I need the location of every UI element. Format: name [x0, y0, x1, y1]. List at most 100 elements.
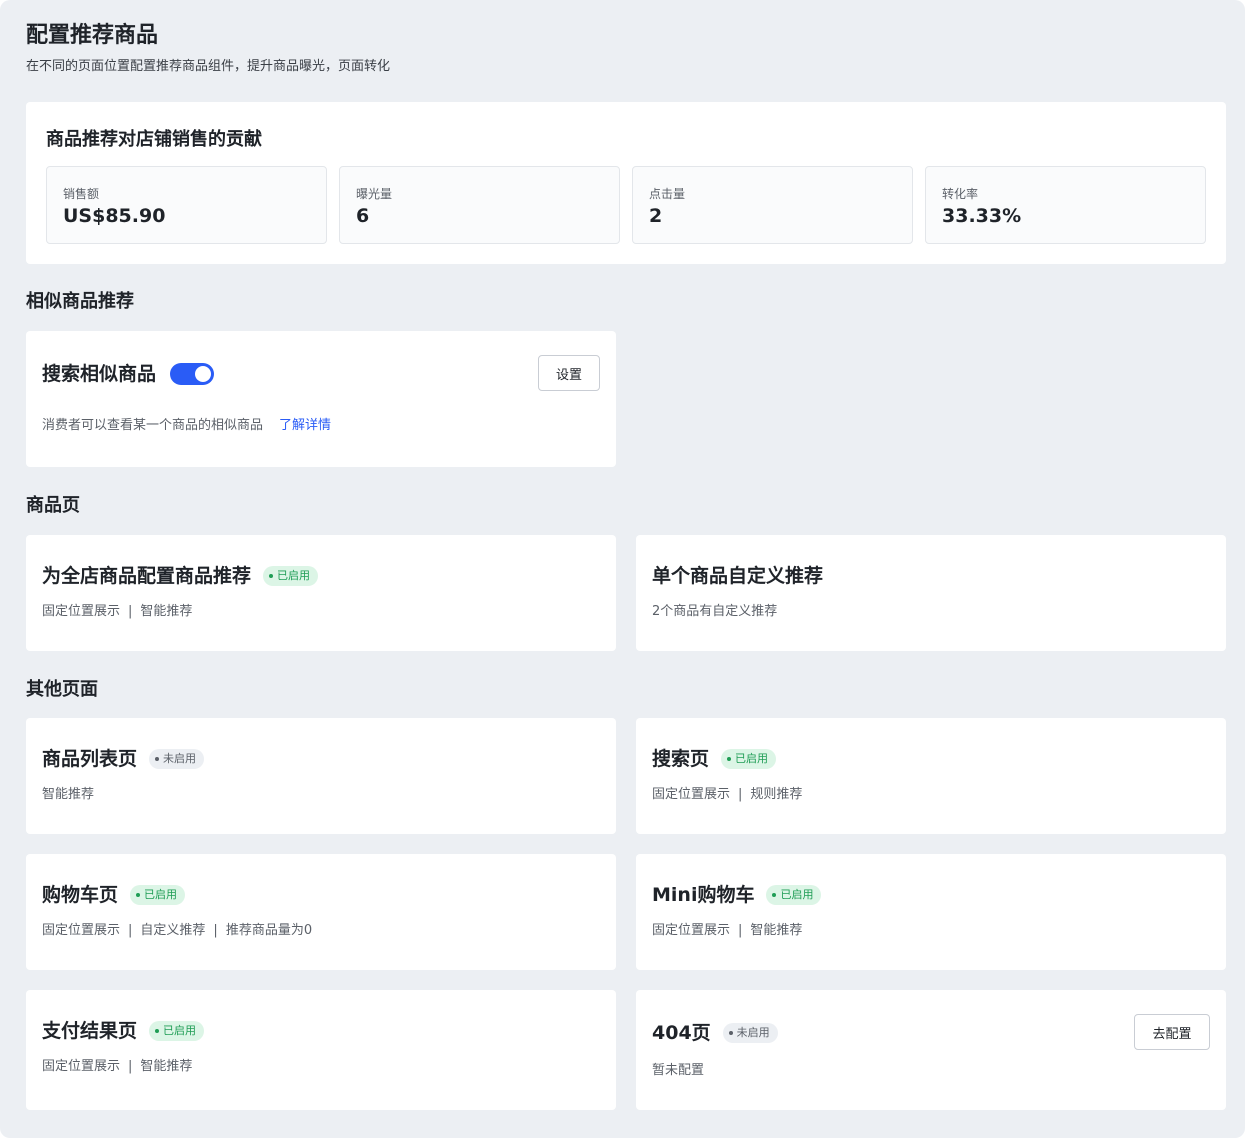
desc-item: 智能推荐 — [750, 923, 803, 938]
card-desc: 暂未配置 — [652, 1062, 1210, 1080]
status-dot — [727, 757, 732, 761]
desc-item: 固定位置展示 — [652, 923, 731, 938]
title-row: 单个商品自定义推荐 — [652, 563, 1210, 589]
cart-page-card[interactable]: 购物车页 已启用 固定位置展示 | 自定义推荐 | 推荐商品量为0 — [26, 854, 616, 970]
status-badge: 已启用 — [721, 749, 777, 769]
payment-result-page-card[interactable]: 支付结果页 已启用 固定位置展示 | 智能推荐 — [26, 990, 616, 1110]
desc-item: 2个商品有自定义推荐 — [652, 604, 778, 619]
card-title: 搜索页 — [652, 748, 710, 770]
desc-item: 固定位置展示 — [652, 787, 731, 802]
card-desc: 固定位置展示 | 智能推荐 — [42, 1058, 600, 1076]
stat-value: 2 — [649, 205, 663, 227]
card-desc: 固定位置展示 | 规则推荐 — [652, 786, 1210, 804]
status-dot — [772, 893, 777, 897]
separator: | — [128, 923, 133, 938]
desc-item: 智能推荐 — [140, 1059, 193, 1074]
stat-value: US$85.90 — [63, 205, 166, 227]
section-title-similar: 相似商品推荐 — [26, 291, 134, 312]
status-badge: 未启用 — [722, 1023, 778, 1043]
status-dot — [136, 893, 141, 897]
status-dot — [155, 757, 160, 761]
card-title: 404页 — [652, 1022, 711, 1044]
desc-item: 智能推荐 — [140, 604, 193, 619]
mini-cart-card[interactable]: Mini购物车 已启用 固定位置展示 | 智能推荐 — [636, 854, 1226, 970]
page-404-card[interactable]: 404页 未启用 暂未配置 去配置 — [636, 990, 1226, 1110]
badge-text: 已启用 — [780, 888, 814, 901]
card-title: 商品列表页 — [42, 748, 138, 770]
section-title-product-page: 商品页 — [26, 495, 80, 516]
toggle-knob — [195, 366, 212, 382]
status-badge: 已启用 — [149, 1021, 205, 1041]
configure-button[interactable]: 去配置 — [1134, 1014, 1210, 1050]
card-title: 支付结果页 — [42, 1020, 138, 1042]
stat-clicks: 点击量 2 — [632, 166, 913, 244]
status-dot — [155, 1029, 160, 1033]
stats-row: 销售额 US$85.90 曝光量 6 点击量 2 转化率 33.33% — [46, 166, 1206, 244]
stats-title: 商品推荐对店铺销售的贡献 — [46, 129, 262, 150]
separator: | — [738, 923, 743, 938]
stat-label: 销售额 — [63, 187, 100, 201]
stat-conversion: 转化率 33.33% — [925, 166, 1206, 244]
separator: | — [128, 1059, 133, 1074]
page-title: 配置推荐商品 — [26, 23, 159, 48]
single-product-recommend-card[interactable]: 单个商品自定义推荐 2个商品有自定义推荐 — [636, 535, 1226, 651]
stat-impressions: 曝光量 6 — [339, 166, 620, 244]
stat-label: 转化率 — [942, 187, 979, 201]
title-row: 搜索页 已启用 — [652, 746, 1210, 772]
learn-more-link[interactable]: 了解详情 — [279, 418, 331, 433]
card-desc: 2个商品有自定义推荐 — [652, 603, 1210, 621]
all-store-recommend-card[interactable]: 为全店商品配置商品推荐 已启用 固定位置展示 | 智能推荐 — [26, 535, 616, 651]
desc-item: 规则推荐 — [750, 787, 803, 802]
desc-item: 智能推荐 — [42, 787, 95, 802]
stat-label: 点击量 — [649, 187, 686, 201]
desc-item: 推荐商品量为0 — [225, 923, 313, 938]
title-row: 为全店商品配置商品推荐 已启用 — [42, 563, 600, 589]
search-page-card[interactable]: 搜索页 已启用 固定位置展示 | 规则推荐 — [636, 718, 1226, 834]
title-row: 商品列表页 未启用 — [42, 746, 600, 772]
badge-text: 已启用 — [163, 1024, 197, 1037]
desc-item: 暂未配置 — [652, 1063, 705, 1078]
title-row: 支付结果页 已启用 — [42, 1018, 600, 1044]
similar-desc: 消费者可以查看某一个商品的相似商品 — [42, 418, 264, 433]
status-dot — [728, 1031, 733, 1035]
desc-item: 固定位置展示 — [42, 923, 121, 938]
separator: | — [738, 787, 743, 802]
settings-button[interactable]: 设置 — [538, 355, 600, 391]
badge-text: 已启用 — [277, 569, 311, 582]
stat-label: 曝光量 — [356, 187, 393, 201]
card-desc: 固定位置展示 | 智能推荐 — [652, 922, 1210, 940]
desc-item: 固定位置展示 — [42, 604, 121, 619]
similar-card-title: 搜索相似商品 — [42, 363, 157, 385]
stat-value: 6 — [356, 205, 370, 227]
status-badge: 未启用 — [149, 749, 205, 769]
title-row: 购物车页 已启用 — [42, 882, 600, 908]
status-badge: 已启用 — [766, 885, 822, 905]
status-badge: 已启用 — [263, 566, 319, 586]
badge-text: 已启用 — [735, 752, 769, 765]
title-row: Mini购物车 已启用 — [652, 882, 1210, 908]
section-title-other-pages: 其他页面 — [26, 679, 98, 700]
status-badge: 已启用 — [130, 885, 186, 905]
badge-text: 未启用 — [163, 752, 197, 765]
card-title: 为全店商品配置商品推荐 — [42, 565, 252, 587]
card-title: 购物车页 — [42, 884, 119, 906]
stat-value: 33.33% — [942, 205, 1022, 227]
status-dot — [269, 574, 274, 578]
stat-sales: 销售额 US$85.90 — [46, 166, 327, 244]
card-desc: 智能推荐 — [42, 786, 600, 804]
card-desc: 固定位置展示 | 智能推荐 — [42, 603, 600, 621]
stats-card: 商品推荐对店铺销售的贡献 销售额 US$85.90 曝光量 6 点击量 2 转化… — [26, 102, 1226, 264]
desc-item: 自定义推荐 — [140, 923, 206, 938]
title-row: 404页 未启用 — [652, 1020, 1210, 1046]
page-subtitle: 在不同的页面位置配置推荐商品组件，提升商品曝光，页面转化 — [26, 59, 391, 74]
similar-desc-row: 消费者可以查看某一个商品的相似商品 了解详情 — [42, 417, 600, 435]
separator: | — [128, 604, 133, 619]
desc-item: 固定位置展示 — [42, 1059, 121, 1074]
similar-toggle-switch[interactable] — [170, 363, 215, 385]
separator: | — [213, 923, 218, 938]
badge-text: 已启用 — [144, 888, 178, 901]
list-page-card[interactable]: 商品列表页 未启用 智能推荐 — [26, 718, 616, 834]
badge-text: 未启用 — [736, 1026, 770, 1039]
card-desc: 固定位置展示 | 自定义推荐 | 推荐商品量为0 — [42, 922, 600, 940]
similar-products-card: 搜索相似商品 消费者可以查看某一个商品的相似商品 了解详情 设置 — [26, 331, 616, 467]
